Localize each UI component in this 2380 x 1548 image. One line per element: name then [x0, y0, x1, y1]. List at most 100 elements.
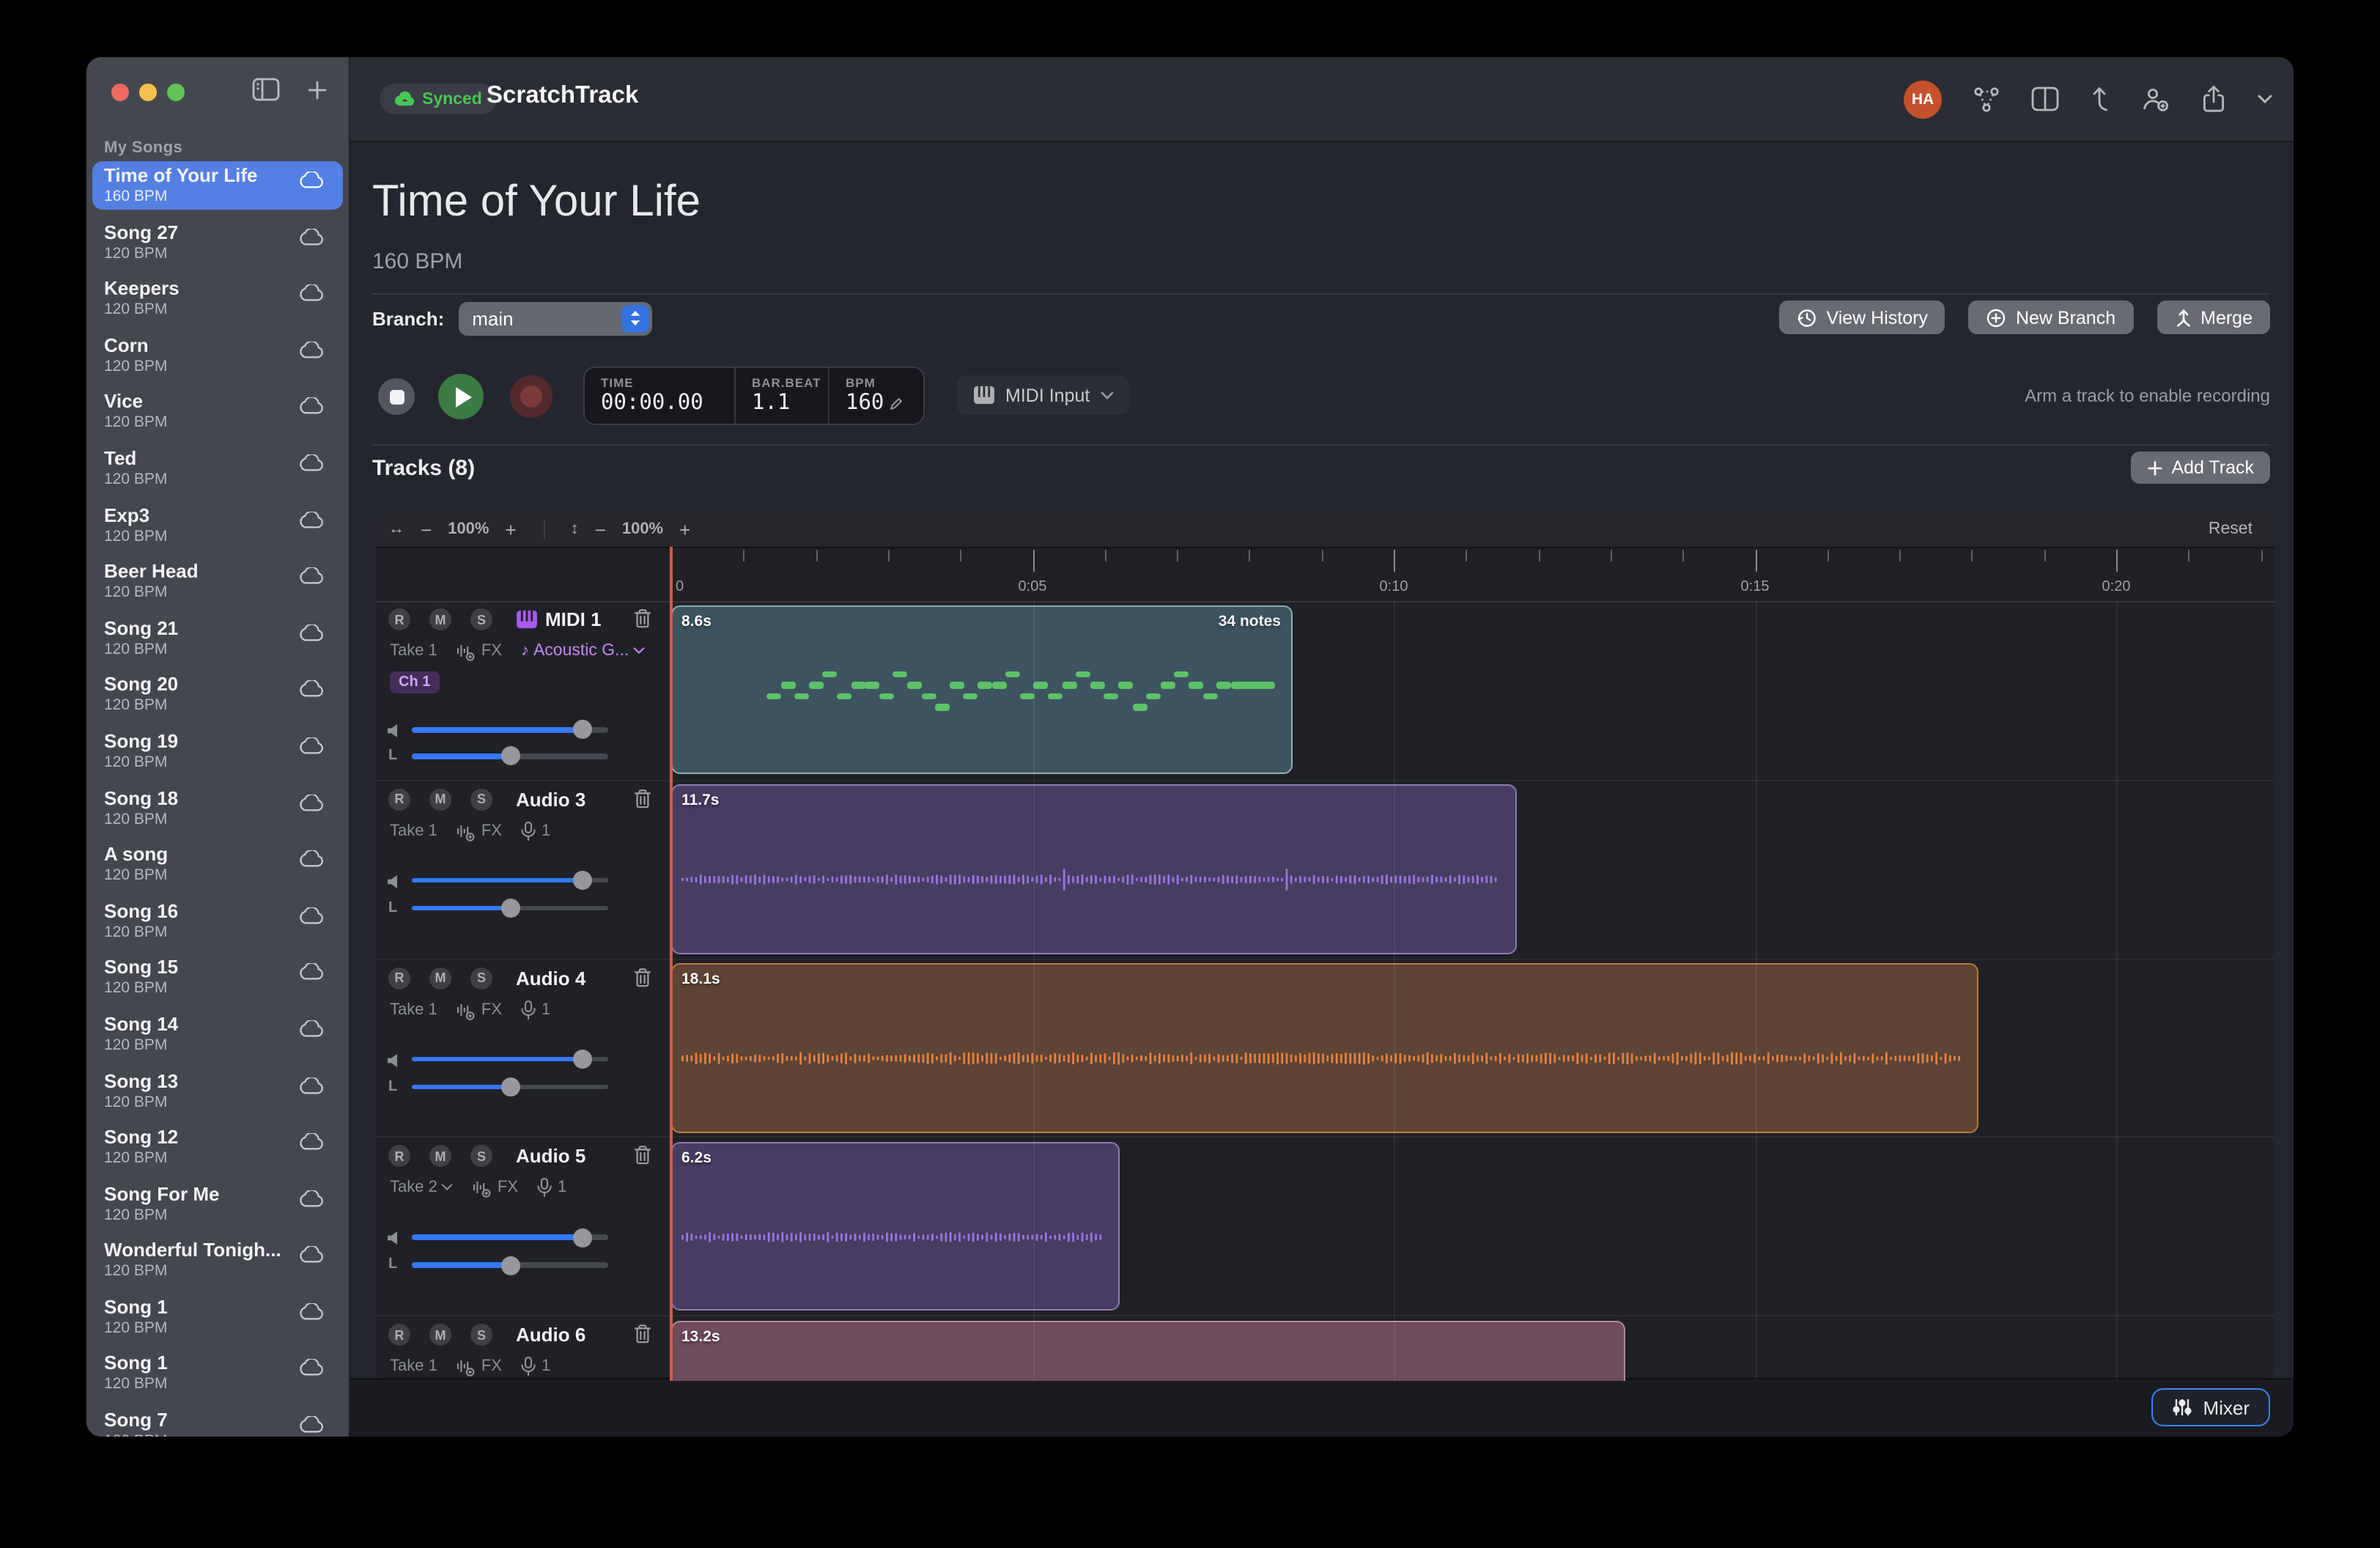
delete-track-button[interactable]: [633, 608, 652, 629]
take-selector[interactable]: Take 2: [390, 1179, 454, 1197]
sidebar-item-song[interactable]: Time of Your Life 160 BPM: [92, 161, 343, 210]
fx-button[interactable]: FX: [457, 1356, 502, 1376]
new-song-button[interactable]: [306, 78, 328, 100]
volume-slider-thumb[interactable]: [573, 1050, 592, 1069]
sidebar-item-song[interactable]: Wonderful Tonigh... 120 BPM: [92, 1236, 343, 1285]
add-track-button[interactable]: Add Track: [2130, 452, 2270, 484]
pan-slider-track[interactable]: [412, 1263, 608, 1268]
sidebar-toggle-icon[interactable]: [252, 78, 280, 101]
sidebar-item-song[interactable]: Song 7 120 BPM: [92, 1406, 343, 1437]
merge-button[interactable]: Merge: [2157, 301, 2270, 334]
volume-slider-track[interactable]: [412, 878, 608, 883]
sidebar-item-song[interactable]: Song 1 120 BPM: [92, 1349, 343, 1398]
playhead[interactable]: [670, 547, 673, 1381]
record-arm-button[interactable]: R: [388, 1146, 410, 1168]
time-ruler[interactable]: 00:050:100:150:20: [375, 547, 2274, 602]
zoom-window-button[interactable]: [167, 84, 185, 101]
audio-clip[interactable]: 18.1s: [671, 963, 1979, 1132]
pan-slider-thumb[interactable]: [500, 1256, 520, 1275]
bpm-value[interactable]: 160: [846, 391, 884, 415]
audio-clip[interactable]: 11.7s: [671, 785, 1517, 954]
input-channel[interactable]: 1: [521, 821, 550, 841]
pointer-tool-icon[interactable]: [2090, 85, 2110, 113]
input-channel[interactable]: 1: [537, 1178, 566, 1198]
sidebar-item-song[interactable]: Song For Me 120 BPM: [92, 1179, 343, 1228]
volume-slider-thumb[interactable]: [573, 871, 592, 890]
new-branch-button[interactable]: New Branch: [1969, 301, 2133, 334]
midi-input-selector[interactable]: MIDI Input: [957, 375, 1129, 415]
play-button[interactable]: [438, 374, 484, 419]
fx-button[interactable]: FX: [457, 821, 502, 841]
take-selector[interactable]: Take 1: [390, 822, 437, 840]
v-zoom-out-button[interactable]: −: [592, 520, 609, 539]
mute-button[interactable]: M: [429, 967, 451, 989]
record-arm-button[interactable]: R: [388, 1324, 410, 1346]
h-zoom-in-button[interactable]: +: [502, 520, 519, 539]
solo-button[interactable]: S: [470, 789, 492, 811]
branch-select[interactable]: main: [459, 301, 652, 335]
mute-button[interactable]: M: [429, 789, 451, 811]
solo-button[interactable]: S: [470, 1324, 492, 1346]
h-zoom-out-button[interactable]: −: [418, 520, 435, 539]
sidebar-item-song[interactable]: Ted 120 BPM: [92, 444, 343, 493]
sidebar-item-song[interactable]: Song 14 120 BPM: [92, 1010, 343, 1058]
mute-button[interactable]: M: [429, 1324, 451, 1346]
take-selector[interactable]: Take 1: [390, 1000, 437, 1018]
delete-track-button[interactable]: [633, 967, 652, 987]
sidebar-item-song[interactable]: Song 15 120 BPM: [92, 954, 343, 1002]
sidebar-item-song[interactable]: Song 27 120 BPM: [92, 218, 343, 266]
v-zoom-in-button[interactable]: +: [676, 520, 693, 539]
delete-track-button[interactable]: [633, 1324, 652, 1344]
record-arm-button[interactable]: R: [388, 967, 410, 989]
volume-slider-thumb[interactable]: [573, 720, 592, 740]
record-arm-button[interactable]: R: [388, 608, 410, 630]
pan-slider-track[interactable]: [412, 753, 608, 759]
input-channel[interactable]: 1: [521, 1356, 550, 1376]
take-selector[interactable]: Take 1: [390, 1357, 437, 1375]
sidebar-item-song[interactable]: Exp3 120 BPM: [92, 501, 343, 549]
sidebar-item-song[interactable]: Song 12 120 BPM: [92, 1123, 343, 1171]
record-arm-button[interactable]: R: [388, 789, 410, 811]
pan-slider-thumb[interactable]: [500, 747, 520, 766]
split-view-icon[interactable]: [2031, 86, 2059, 111]
delete-track-button[interactable]: [633, 1146, 652, 1166]
take-selector[interactable]: Take 1: [390, 642, 437, 660]
volume-slider-thumb[interactable]: [573, 1228, 592, 1247]
volume-slider-track[interactable]: [412, 727, 608, 732]
view-history-button[interactable]: View History: [1779, 301, 1945, 334]
pan-slider-track[interactable]: [412, 906, 608, 911]
sidebar-item-song[interactable]: Song 19 120 BPM: [92, 727, 343, 775]
pan-slider-thumb[interactable]: [500, 899, 520, 918]
sidebar-item-song[interactable]: Song 18 120 BPM: [92, 784, 343, 832]
sidebar-item-song[interactable]: Song 20 120 BPM: [92, 671, 343, 719]
minimize-window-button[interactable]: [139, 84, 157, 101]
sidebar-item-song[interactable]: Song 21 120 BPM: [92, 614, 343, 663]
collaboration-icon[interactable]: [1973, 86, 2000, 112]
reset-zoom-button[interactable]: Reset: [2200, 519, 2261, 539]
input-channel[interactable]: 1: [521, 999, 550, 1020]
share-icon[interactable]: [2201, 85, 2226, 113]
pan-slider-track[interactable]: [412, 1084, 608, 1089]
sidebar-item-song[interactable]: A song 120 BPM: [92, 840, 343, 888]
add-collaborator-icon[interactable]: [2141, 86, 2170, 112]
mute-button[interactable]: M: [429, 1146, 451, 1168]
sidebar-item-song[interactable]: Vice 120 BPM: [92, 388, 343, 436]
sidebar-item-song[interactable]: Song 16 120 BPM: [92, 896, 343, 945]
audio-clip[interactable]: 13.2s: [671, 1320, 1625, 1381]
chevron-down-icon[interactable]: [2257, 94, 2273, 104]
sidebar-item-song[interactable]: Beer Head 120 BPM: [92, 557, 343, 605]
volume-slider-track[interactable]: [412, 1235, 608, 1240]
record-button[interactable]: [510, 375, 552, 418]
fx-button[interactable]: FX: [473, 1178, 518, 1198]
audio-clip[interactable]: 6.2s: [671, 1142, 1119, 1311]
instrument-selector[interactable]: ♪ Acoustic G...: [521, 642, 645, 660]
sidebar-item-song[interactable]: Song 1 120 BPM: [92, 1293, 343, 1341]
volume-slider-track[interactable]: [412, 1056, 608, 1061]
solo-button[interactable]: S: [470, 1146, 492, 1168]
delete-track-button[interactable]: [633, 789, 652, 809]
sidebar-item-song[interactable]: Song 13 120 BPM: [92, 1066, 343, 1115]
fx-button[interactable]: FX: [457, 999, 502, 1020]
pan-slider-thumb[interactable]: [500, 1077, 520, 1096]
solo-button[interactable]: S: [470, 967, 492, 989]
sidebar-item-song[interactable]: Corn 120 BPM: [92, 331, 343, 380]
